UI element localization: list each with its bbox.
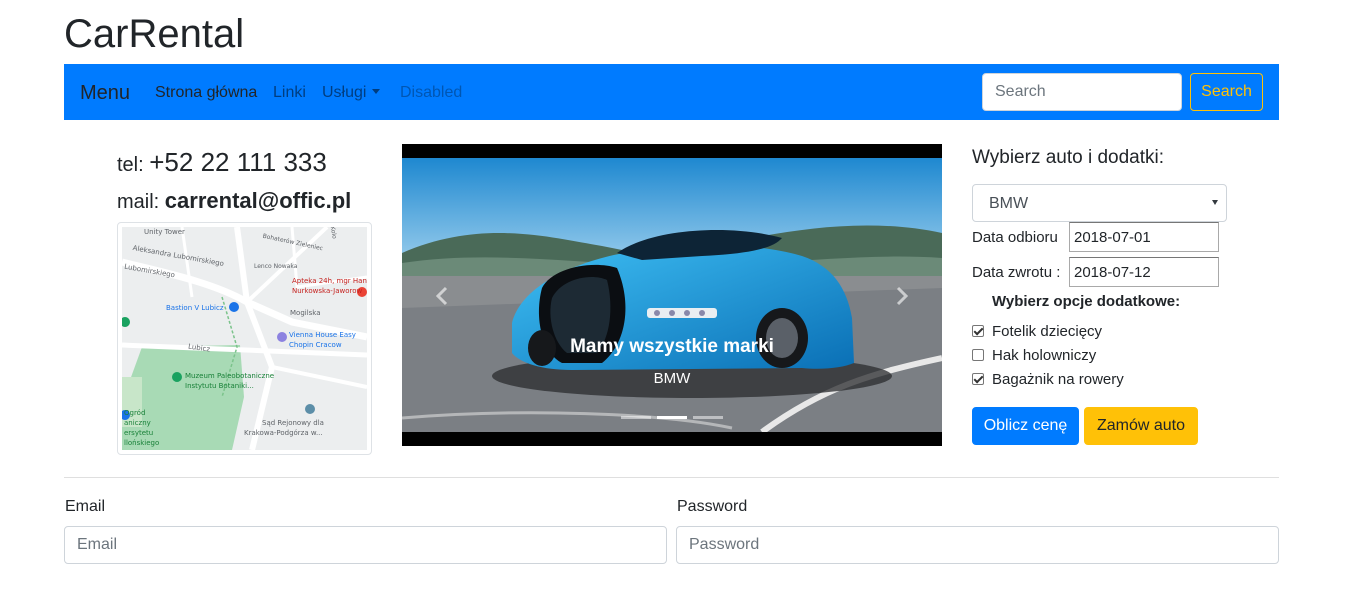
option-label: Hak holowniczy (992, 347, 1097, 364)
carousel-slide-image (402, 158, 942, 432)
carousel-caption-title: Mamy wszystkie marki (570, 336, 774, 357)
return-date-input[interactable] (1069, 257, 1219, 287)
order-car-button[interactable]: Zamów auto (1084, 407, 1198, 445)
calculate-price-button[interactable]: Oblicz cenę (972, 407, 1079, 445)
checkbox-checked[interactable] (972, 325, 984, 337)
contact-phone-value: +52 22 111 333 (149, 147, 327, 177)
nav-link-links[interactable]: Linki (273, 83, 306, 103)
car-select[interactable]: BMW (972, 184, 1227, 222)
nav-link-home[interactable]: Strona główna (155, 83, 257, 103)
page-title: CarRental (64, 12, 245, 56)
map-label: Krakowa-Podgórza w... (244, 429, 323, 437)
carousel-next-control[interactable] (886, 281, 916, 311)
map-label: Apteka 24h, mgr Han (292, 277, 367, 285)
return-date-label: Data zwrotu : (972, 264, 1061, 281)
option-child-seat[interactable]: Fotelik dziecięcy (972, 323, 1102, 341)
carousel-indicator-active[interactable] (657, 416, 687, 419)
map-label: Bastion V Lubicz (166, 304, 224, 312)
pickup-date-input[interactable] (1069, 222, 1219, 252)
chevron-right-icon (896, 286, 909, 306)
location-map[interactable]: Unity Tower Aleksandra Lubomirskiego Lub… (117, 222, 372, 455)
map-label: Chopin Cracow (289, 341, 342, 349)
navbar-search-button[interactable]: Search (1190, 73, 1263, 111)
map-label: Mogilska (290, 309, 321, 317)
email-field[interactable] (64, 526, 667, 564)
map-label: llońskiego (124, 439, 160, 447)
map-label: ersytetu (124, 429, 154, 437)
carousel-indicators (621, 416, 723, 419)
map-label: Lenco Nowaka (254, 263, 298, 270)
map-label: Instytutu Botaniki... (185, 382, 254, 390)
contact-phone-label: tel: (117, 154, 144, 176)
section-divider (64, 477, 1279, 478)
carousel-indicator[interactable] (693, 416, 723, 419)
option-label: Fotelik dziecięcy (992, 323, 1103, 340)
chevron-left-icon (435, 286, 448, 306)
map-label: Vienna House Easy (289, 331, 356, 339)
navbar-search-input[interactable] (982, 73, 1182, 111)
email-label: Email (65, 498, 106, 515)
checkbox-unchecked[interactable] (972, 349, 984, 361)
car-select-value: BMW (989, 195, 1029, 212)
image-carousel[interactable]: Mamy wszystkie marki BMW (402, 144, 942, 446)
map-label: aniczny (124, 419, 151, 427)
map-label: Muzeum Paleobotaniczne (185, 372, 275, 380)
chevron-down-icon (1212, 200, 1218, 205)
contact-email-value: carrental@offic.pl (164, 188, 352, 213)
password-field[interactable] (676, 526, 1279, 564)
nav-link-disabled: Disabled (400, 84, 463, 101)
nav-dropdown-services-label: Usługi (322, 84, 367, 101)
carousel-indicator[interactable] (621, 416, 651, 419)
option-label: Bagażnik na rowery (992, 371, 1124, 388)
map-label: Ogród (124, 409, 146, 417)
nav-dropdown-services[interactable]: Usługi (322, 83, 381, 103)
carousel-caption-subtitle: BMW (653, 370, 691, 387)
extra-options-heading: Wybierz opcje dodatkowe: (992, 293, 1181, 310)
order-form-heading: Wybierz auto i dodatki: (972, 147, 1165, 168)
navbar: Menu Strona główna Linki Usługi Disabled… (64, 64, 1279, 120)
map-label: Nurkowska-Jaworow (292, 287, 363, 295)
contact-email: mail: carrental@offic.pl (117, 186, 351, 217)
chevron-down-icon (372, 89, 381, 94)
password-label: Password (677, 498, 748, 515)
carousel-prev-control[interactable] (428, 281, 458, 311)
option-bike-rack[interactable]: Bagażnik na rowery (972, 371, 1124, 389)
pickup-date-label: Data odbioru (972, 229, 1058, 246)
option-tow-hook[interactable]: Hak holowniczy (972, 347, 1096, 365)
map-label: Unity Tower (144, 228, 185, 236)
navbar-brand-menu[interactable]: Menu (80, 81, 130, 105)
map-canvas[interactable]: Unity Tower Aleksandra Lubomirskiego Lub… (122, 227, 367, 450)
contact-phone: tel: +52 22 111 333 (117, 146, 327, 181)
checkbox-checked[interactable] (972, 373, 984, 385)
map-label: Sąd Rejonowy dla (262, 419, 324, 427)
contact-email-label: mail: (117, 191, 160, 213)
